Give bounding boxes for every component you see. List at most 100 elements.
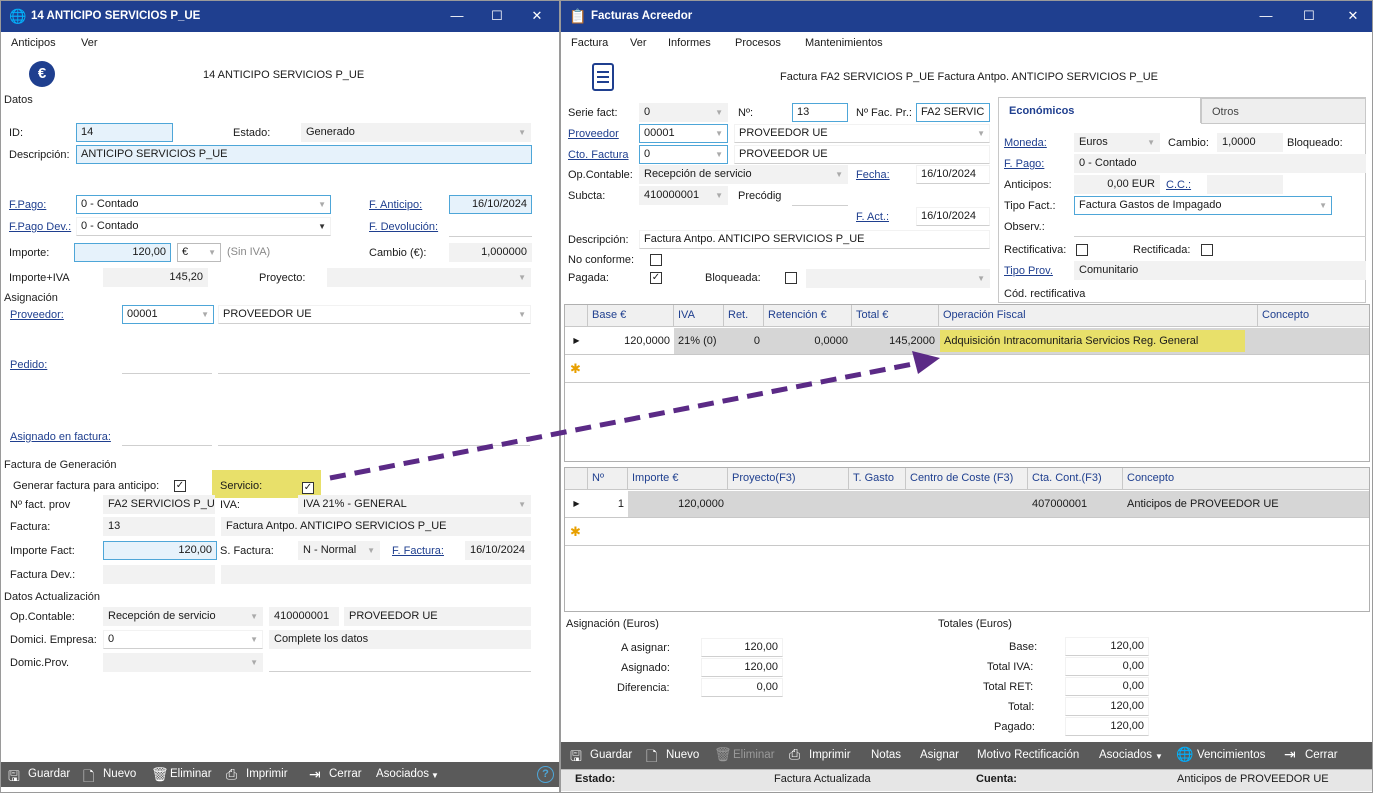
op-contable-select[interactable]: Recepción de servicio ▼ <box>639 165 848 184</box>
proyecto-select[interactable]: ▼ <box>327 268 531 287</box>
menu-ver[interactable]: Ver <box>630 37 647 49</box>
rectification-reason-button[interactable]: Motivo Rectificación <box>977 749 1079 761</box>
cell[interactable]: 145,2000 <box>852 328 939 354</box>
menu-mantenimientos[interactable]: Mantenimientos <box>805 37 883 49</box>
fdevolucion-label[interactable]: F. Devolución: <box>369 221 438 233</box>
fdevolucion-field[interactable] <box>449 236 532 237</box>
col-header[interactable]: Importe € <box>628 468 728 490</box>
fpago-select[interactable]: 0 - Contado ▼ <box>76 195 331 214</box>
fecha-label[interactable]: Fecha: <box>856 169 890 181</box>
close-button[interactable]: ✕ <box>1343 7 1363 25</box>
close-button[interactable]: ✕ <box>527 7 547 25</box>
fanticipo-label[interactable]: F. Anticipo: <box>369 199 422 211</box>
minimize-button[interactable]: — <box>1256 7 1276 25</box>
importe-fact-field[interactable]: 120,00 <box>103 541 217 560</box>
tab-otros[interactable]: Otros <box>1201 98 1366 124</box>
cell[interactable]: 1 <box>588 491 628 517</box>
cell[interactable]: 120,0000 <box>628 491 728 517</box>
col-header[interactable]: Proyecto(F3) <box>728 468 849 490</box>
cell[interactable]: 21% (0) <box>674 328 724 354</box>
cell[interactable]: 407000001 <box>1028 491 1123 517</box>
col-header[interactable]: Cta. Cont.(F3) <box>1028 468 1123 490</box>
pedido-desc-field[interactable] <box>218 373 530 374</box>
observ-field[interactable] <box>1074 236 1366 237</box>
col-header[interactable]: Centro de Coste (F3) <box>906 468 1028 490</box>
cell[interactable] <box>1258 328 1369 354</box>
cell-operacion-fiscal[interactable]: Adquisición Intracomunitaria Servicios R… <box>940 330 1245 352</box>
servicio-checkbox[interactable]: ✓ <box>302 482 314 494</box>
tab-economicos[interactable]: Económicos <box>998 97 1201 123</box>
minimize-button[interactable]: — <box>447 7 467 25</box>
anticipo-titlebar[interactable]: 🌐 14 ANTICIPO SERVICIOS P_UE — ☐ ✕ <box>1 1 559 32</box>
rectificativa-checkbox[interactable] <box>1076 244 1088 256</box>
tipo-fact-select[interactable]: Factura Gastos de Impagado ▼ <box>1074 196 1332 215</box>
moneda-select[interactable]: € ▼ <box>177 243 221 262</box>
num-field[interactable]: 13 <box>792 103 848 122</box>
col-header[interactable]: Ret. <box>724 305 764 327</box>
proveedor-code-select[interactable]: 00001 ▼ <box>639 124 728 143</box>
cell[interactable] <box>728 491 849 517</box>
cto-code-select[interactable]: 0 ▼ <box>639 145 728 164</box>
menu-informes[interactable]: Informes <box>668 37 711 49</box>
print-button[interactable]: Imprimir <box>246 768 288 780</box>
assign-button[interactable]: Asignar <box>920 749 959 761</box>
new-button[interactable]: Nuevo <box>103 768 136 780</box>
col-header[interactable]: IVA <box>674 305 724 327</box>
pedido-code-field[interactable] <box>122 373 212 374</box>
proveedor-code-select[interactable]: 00001 ▼ <box>122 305 214 324</box>
fecha-field[interactable]: 16/10/2024 <box>916 165 990 184</box>
associated-button[interactable]: Asociados <box>376 768 429 780</box>
delete-button[interactable]: Eliminar <box>733 749 775 761</box>
col-header[interactable]: T. Gasto <box>849 468 906 490</box>
proveedor-label[interactable]: Proveedor: <box>10 309 64 321</box>
cell[interactable]: 0 <box>724 328 764 354</box>
menu-ver[interactable]: Ver <box>81 37 98 49</box>
estado-select[interactable]: Generado ▼ <box>301 123 531 142</box>
ffactura-field[interactable]: 16/10/2024 <box>465 541 531 560</box>
menu-factura[interactable]: Factura <box>571 37 608 49</box>
fpago-label[interactable]: F.Pago: <box>9 199 46 211</box>
cc-field[interactable] <box>1207 175 1283 194</box>
menu-procesos[interactable]: Procesos <box>735 37 781 49</box>
fpago-dev-select[interactable]: 0 - Contado ▼ <box>76 217 331 236</box>
cell[interactable]: Anticipos de PROVEEDOR UE <box>1123 491 1369 517</box>
op-contable-select[interactable]: Recepción de servicio ▼ <box>103 607 263 626</box>
fact-label[interactable]: F. Act.: <box>856 211 889 223</box>
iva-select[interactable]: IVA 21% - GENERAL ▼ <box>298 495 531 514</box>
col-header[interactable]: Nº <box>588 468 628 490</box>
ffactura-label[interactable]: F. Factura: <box>392 545 444 557</box>
col-header[interactable]: Total € <box>852 305 939 327</box>
descripcion-field[interactable]: ANTICIPO SERVICIOS P_UE <box>76 145 532 164</box>
print-button[interactable]: Imprimir <box>809 749 851 761</box>
generar-checkbox[interactable]: ✓ <box>174 480 186 492</box>
col-header[interactable]: Retención € <box>764 305 852 327</box>
asignado-code-field[interactable] <box>122 445 212 446</box>
save-button[interactable]: Guardar <box>590 749 632 761</box>
cambio-field[interactable]: 1,000000 <box>449 243 532 262</box>
facturas-titlebar[interactable]: 📋 Facturas Acreedor — ☐ ✕ <box>561 1 1372 32</box>
bloqueada-checkbox[interactable] <box>785 272 797 284</box>
tipo-prov-label[interactable]: Tipo Prov. <box>1004 265 1053 277</box>
asignado-desc-field[interactable] <box>218 445 530 446</box>
new-row-icon[interactable]: ✱ <box>570 524 581 540</box>
table-row[interactable]: ▶ 120,0000 21% (0) 0 0,0000 145,2000 Adq… <box>565 328 1369 354</box>
moneda-label[interactable]: Moneda: <box>1004 137 1047 149</box>
cell[interactable] <box>849 491 906 517</box>
importe-field[interactable]: 120,00 <box>74 243 171 262</box>
asignado-label[interactable]: Asignado en factura: <box>10 431 111 443</box>
help-icon[interactable]: ? <box>537 766 554 783</box>
fanticipo-field[interactable]: 16/10/2024 <box>449 195 532 214</box>
cambio-field[interactable]: 1,0000 <box>1217 133 1283 152</box>
nfac-pr-field[interactable]: FA2 SERVIC <box>916 103 990 122</box>
col-header[interactable]: Operación Fiscal <box>939 305 1258 327</box>
col-header[interactable]: Concepto <box>1258 305 1369 327</box>
no-conforme-checkbox[interactable] <box>650 254 662 266</box>
save-button[interactable]: Guardar <box>28 768 70 780</box>
rectificada-checkbox[interactable] <box>1201 244 1213 256</box>
proveedor-name-select[interactable]: PROVEEDOR UE ▼ <box>218 305 531 324</box>
sfactura-select[interactable]: N - Normal ▼ <box>298 541 380 560</box>
proveedor-name-select[interactable]: PROVEEDOR UE ▼ <box>734 124 990 143</box>
vencimientos-button[interactable]: Vencimientos <box>1197 749 1265 761</box>
pedido-label[interactable]: Pedido: <box>10 359 47 371</box>
col-header[interactable]: Base € <box>588 305 674 327</box>
